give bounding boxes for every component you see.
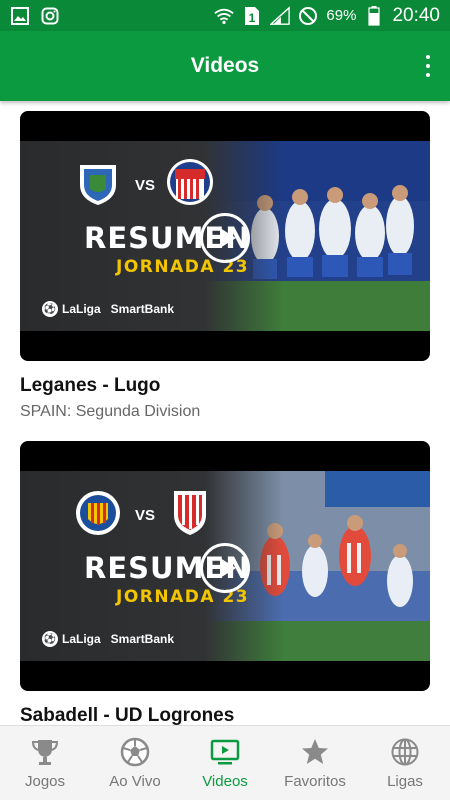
nav-label: Ao Vivo	[109, 773, 161, 790]
team-crest-home	[80, 165, 116, 205]
video-title[interactable]: Sabadell - UD Logrones	[20, 705, 430, 725]
nav-item-videos[interactable]: Videos	[180, 726, 270, 800]
globe-icon	[389, 736, 421, 768]
vs-label: VS	[135, 507, 156, 524]
laliga-logo: ⚽ LaLiga SmartBank	[42, 631, 175, 647]
nav-label: Jogos	[24, 773, 66, 790]
team-crest-away	[174, 491, 206, 535]
team-crest-home	[76, 491, 120, 535]
trophy-icon	[29, 736, 61, 768]
video-thumbnail[interactable]: VS RESUMEN JORNADA 23 ⚽ LaLiga SmartBank	[20, 441, 430, 691]
signal-icon	[270, 5, 291, 26]
sim-icon: 1	[242, 6, 262, 26]
battery-percent: 69%	[326, 7, 357, 24]
battery-icon	[364, 5, 384, 26]
nav-item-ao-vivo[interactable]: Ao Vivo	[90, 726, 180, 800]
team-crest-away	[167, 159, 213, 205]
instagram-icon	[40, 6, 60, 26]
video-league: SPAIN: Segunda Division	[20, 403, 201, 420]
sim-slot-number: 1	[249, 11, 256, 25]
status-right-icons: 1 69% 20:40	[214, 5, 440, 27]
page-title: Videos	[190, 54, 260, 77]
video-card[interactable]: VS RESUMEN JORNADA 23 ⚽ LaLiga SmartBank L…	[20, 111, 430, 421]
wifi-icon	[214, 6, 235, 26]
status-left-icons	[10, 6, 60, 26]
app-bar: Videos	[0, 31, 450, 101]
more-vertical-icon[interactable]	[418, 53, 438, 79]
nav-item-jogos[interactable]: Jogos	[0, 726, 90, 800]
play-icon[interactable]	[200, 213, 250, 263]
nav-item-favoritos[interactable]: Favoritos	[270, 726, 360, 800]
star-icon	[299, 736, 331, 768]
nav-label: Videos	[202, 773, 248, 790]
thumbnail-headline: RESUMEN	[84, 221, 251, 255]
nav-item-ligas[interactable]: Ligas	[360, 726, 450, 800]
thumbnail-headline: RESUMEN	[84, 551, 251, 585]
laliga-logo: ⚽ LaLiga SmartBank	[42, 301, 175, 317]
soccer-ball-icon	[119, 736, 151, 768]
nav-label: Ligas	[387, 773, 423, 790]
video-title[interactable]: Leganes - Lugo	[20, 375, 430, 397]
clock: 20:40	[392, 4, 440, 26]
vs-label: VS	[135, 177, 156, 194]
tv-play-icon	[209, 736, 241, 768]
video-card[interactable]: VS RESUMEN JORNADA 23 ⚽ LaLiga SmartBank S…	[20, 441, 430, 725]
video-thumbnail[interactable]: VS RESUMEN JORNADA 23 ⚽ LaLiga SmartBank	[20, 111, 430, 361]
play-icon[interactable]	[200, 543, 250, 593]
status-bar: 1 69% 20:40	[0, 0, 450, 31]
nav-label: Favoritos	[284, 773, 346, 790]
video-list[interactable]: VS RESUMEN JORNADA 23 ⚽ LaLiga SmartBank L…	[0, 101, 450, 725]
image-icon	[10, 6, 30, 26]
dnd-icon	[298, 6, 318, 26]
bottom-nav: Jogos Ao Vivo Videos Favoritos Ligas	[0, 725, 450, 800]
